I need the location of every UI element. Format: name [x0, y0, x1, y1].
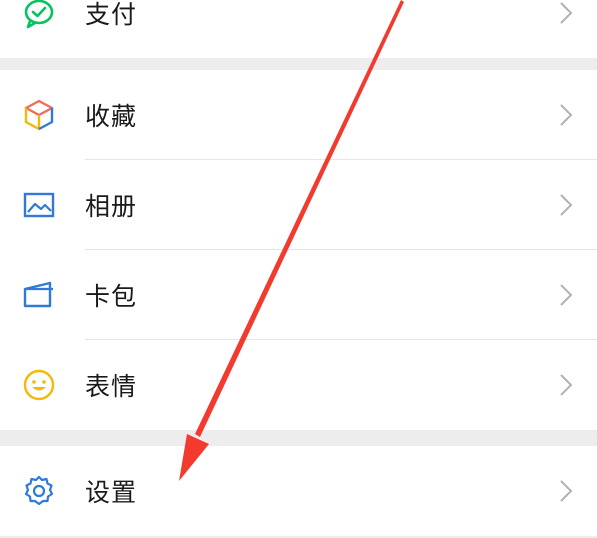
menu-item-pay[interactable]: 支付	[0, 0, 597, 58]
menu-item-label: 设置	[85, 478, 138, 507]
chevron-right-icon	[560, 104, 573, 126]
menu-item-favorites[interactable]: 收藏	[0, 70, 597, 160]
menu-item-label: 相册	[85, 192, 138, 221]
smiley-icon	[22, 368, 56, 402]
wechat-me-menu-screen: 支付 收藏 相册 卡包 表情 设置	[0, 0, 597, 538]
menu-item-label: 表情	[85, 372, 138, 401]
menu-item-label: 卡包	[85, 282, 138, 311]
cube-icon	[22, 98, 56, 132]
image-icon	[22, 188, 56, 222]
wallet-icon	[22, 278, 56, 312]
menu-item-label: 支付	[85, 0, 138, 29]
wechat-pay-icon	[22, 0, 56, 30]
menu-item-cards[interactable]: 卡包	[0, 250, 597, 340]
chevron-right-icon	[560, 284, 573, 306]
menu-item-stickers[interactable]: 表情	[0, 340, 597, 430]
menu-item-settings[interactable]: 设置	[0, 446, 597, 536]
chevron-right-icon	[560, 374, 573, 396]
tools-group: 收藏 相册 卡包 表情	[0, 70, 597, 430]
chevron-right-icon	[560, 2, 573, 24]
chevron-right-icon	[560, 194, 573, 216]
gear-icon	[22, 474, 56, 508]
settings-group: 设置	[0, 446, 597, 536]
chevron-right-icon	[560, 480, 573, 502]
menu-item-album[interactable]: 相册	[0, 160, 597, 250]
menu-item-label: 收藏	[85, 102, 138, 131]
pay-group: 支付	[0, 0, 597, 58]
